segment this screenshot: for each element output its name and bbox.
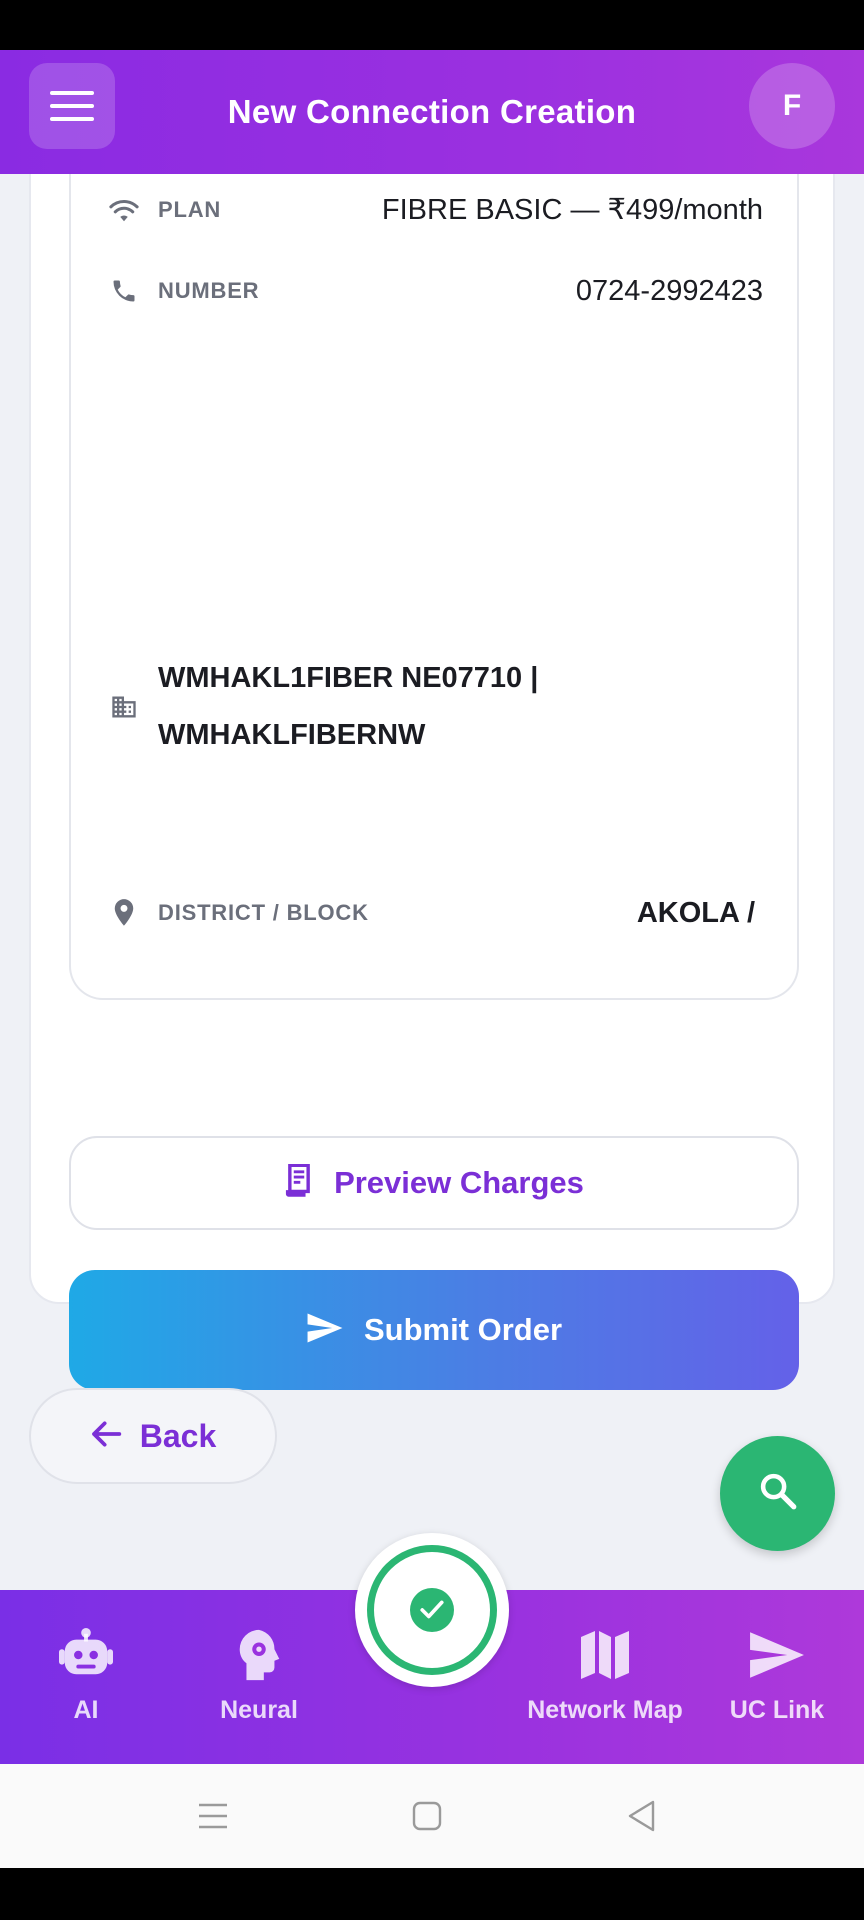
exchange-line-2: WMHAKLFIBERNW (158, 719, 426, 751)
district-label: DISTRICT / BLOCK (158, 900, 369, 925)
nav-uc-link-label: UC Link (729, 1696, 825, 1724)
system-navigation-bar (0, 1764, 864, 1868)
avatar[interactable]: F (749, 63, 835, 149)
menu-button[interactable] (29, 63, 115, 149)
nav-item-network-map[interactable]: Network Map (520, 1626, 690, 1725)
receipt-icon (284, 1163, 314, 1203)
recent-apps-icon[interactable] (191, 1794, 235, 1838)
preview-charges-label: Preview Charges (334, 1165, 584, 1200)
number-row: NUMBER 0724-2992423 (107, 274, 763, 308)
status-bar (0, 0, 864, 50)
phone-icon (107, 274, 141, 308)
hamburger-icon (50, 91, 94, 121)
nav-item-ai[interactable]: AI (1, 1626, 171, 1725)
main-content: PLAN FIBRE BASIC — ₹499/month NUMBER 072… (0, 174, 864, 1590)
submit-order-button[interactable]: Submit Order (69, 1270, 799, 1390)
district-value: AKOLA / (636, 896, 755, 929)
app-bar: New Connection Creation F (0, 50, 864, 174)
preview-charges-button[interactable]: Preview Charges (69, 1136, 799, 1230)
search-fab[interactable] (720, 1436, 835, 1551)
send-icon (306, 1312, 344, 1349)
search-icon (757, 1470, 799, 1517)
robot-icon (1, 1626, 171, 1684)
bottom-bezel (0, 1868, 864, 1920)
exchange-row: WMHAKL1FIBER NE07710 | WMHAKLFIBERNW (107, 650, 538, 764)
brain-head-icon (174, 1626, 344, 1684)
center-status-ring (367, 1545, 497, 1675)
plan-row: PLAN FIBRE BASIC — ₹499/month (107, 192, 763, 227)
check-circle-icon (410, 1588, 454, 1632)
exchange-line-1: WMHAKL1FIBER NE07710 | (158, 662, 539, 694)
system-back-icon[interactable] (620, 1794, 664, 1838)
building-icon (107, 690, 141, 724)
nav-neural-label: Neural (220, 1696, 298, 1724)
plan-value: FIBRE BASIC — ₹499/month (381, 194, 763, 226)
nav-network-map-label: Network Map (527, 1696, 683, 1724)
back-button[interactable]: Back (29, 1388, 277, 1484)
send-icon (692, 1626, 862, 1684)
number-label: NUMBER (158, 278, 260, 303)
location-pin-icon (107, 896, 141, 930)
nav-item-neural[interactable]: Neural (174, 1626, 344, 1725)
page-title: New Connection Creation (227, 93, 637, 130)
exchange-value: WMHAKL1FIBER NE07710 | WMHAKLFIBERNW (158, 650, 538, 764)
connection-details-card: PLAN FIBRE BASIC — ₹499/month NUMBER 072… (69, 174, 799, 1000)
wifi-icon (107, 193, 141, 227)
center-status-button[interactable] (355, 1533, 509, 1687)
nav-ai-label: AI (73, 1696, 99, 1724)
map-icon (520, 1626, 690, 1684)
arrow-left-icon (90, 1420, 122, 1453)
number-value: 0724-2992423 (575, 274, 763, 307)
back-label: Back (139, 1417, 217, 1454)
district-row: DISTRICT / BLOCK AKOLA / (107, 896, 763, 930)
order-summary-card: PLAN FIBRE BASIC — ₹499/month NUMBER 072… (29, 174, 835, 1390)
home-icon[interactable] (405, 1794, 449, 1838)
submit-order-label: Submit Order (363, 1312, 563, 1347)
nav-item-uc-link[interactable]: UC Link (692, 1626, 862, 1725)
plan-label: PLAN (158, 196, 222, 222)
